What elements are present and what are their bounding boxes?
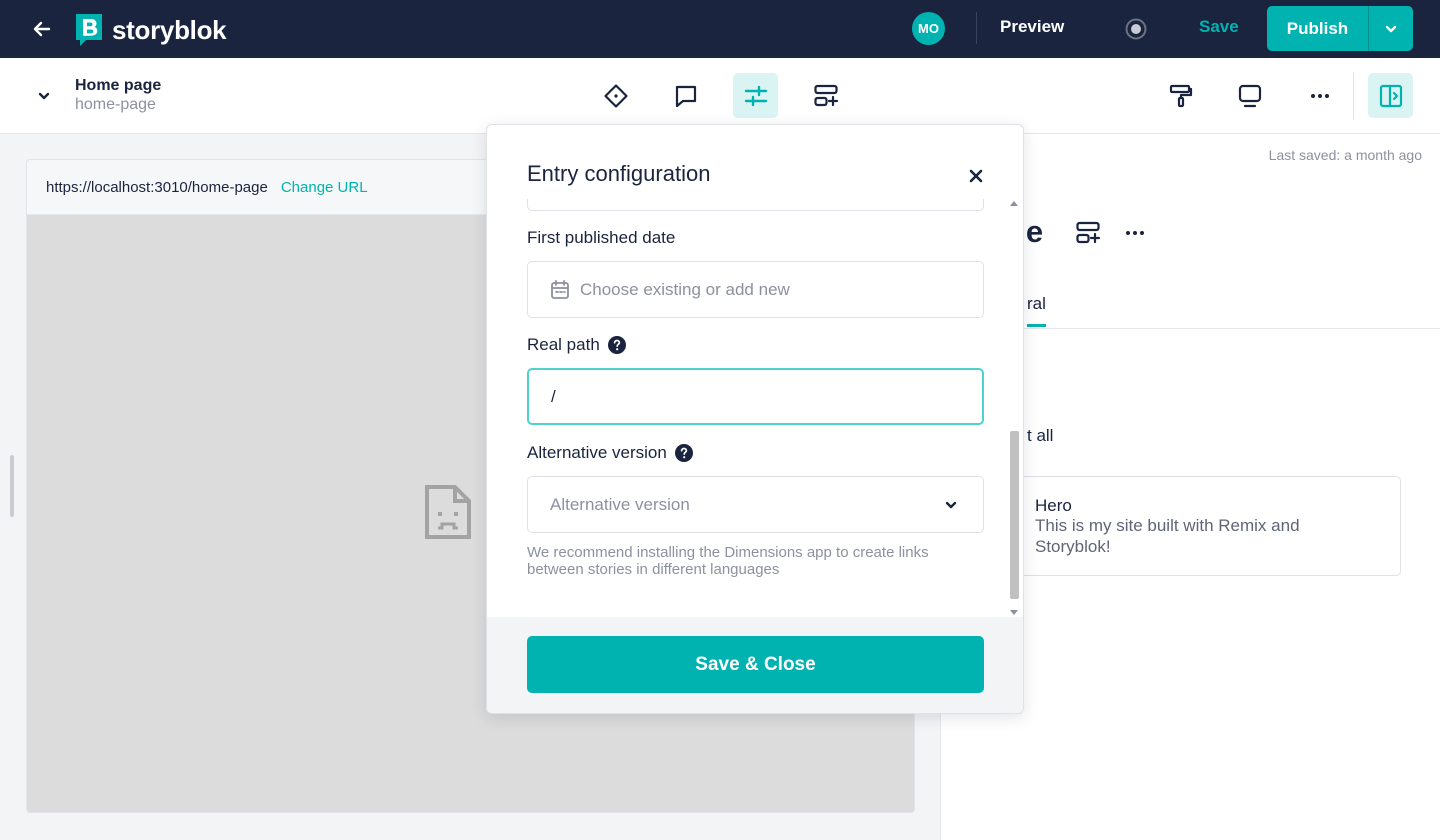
preview-url: https://localhost:3010/home-page [46,178,268,196]
monitor-icon [1238,84,1261,107]
block-name: Hero [1035,496,1072,515]
select-all-label[interactable]: t all [1027,426,1053,446]
story-title: Home page [75,77,162,94]
storyblok-logo-icon [76,14,102,46]
save-and-close-button[interactable]: Save & Close [527,636,984,693]
design-tool-button[interactable] [1158,73,1203,118]
diamond-icon [603,83,628,108]
add-block-icon [813,84,838,106]
story-toolbar: Home page home-page [0,58,1440,134]
user-avatar[interactable]: MO [912,12,945,45]
previous-field[interactable] [527,199,984,211]
save-button[interactable]: Save [1199,17,1239,37]
topbar-divider [976,12,977,44]
resize-handle[interactable] [10,455,14,517]
publish-dropdown-button[interactable] [1368,6,1413,51]
preview-button[interactable]: Preview [1000,17,1064,37]
alternative-version-placeholder: Alternative version [550,494,690,514]
alternative-version-label: Alternative version [527,443,693,463]
scrollbar-thumb[interactable] [1010,431,1019,599]
sliders-icon [744,85,767,106]
first-published-label: First published date [527,228,675,248]
dialog-body: First published date Choose existing or … [487,199,1023,617]
real-path-value: / [551,386,556,406]
toggle-sidebar-button[interactable] [1368,73,1413,118]
scroll-down-arrow-icon[interactable] [1010,610,1018,615]
sidebar-toggle-icon [1379,84,1402,107]
comment-icon [675,85,696,107]
dialog-scrollbar[interactable] [1007,199,1021,617]
device-preview-button[interactable] [1227,73,1272,118]
entry-config-tool-button[interactable] [733,73,778,118]
change-url-link[interactable]: Change URL [281,179,368,196]
component-tool-button[interactable] [593,73,638,118]
real-path-label-text: Real path [527,335,600,354]
close-icon[interactable] [965,165,987,187]
block-card-hero[interactable]: Hero This is my site built with Remix an… [1001,476,1401,576]
first-published-date-input[interactable]: Choose existing or add new [527,261,984,318]
dialog-footer: Save & Close [487,617,1023,713]
alternative-version-label-text: Alternative version [527,443,667,462]
publish-button-group: Publish [1267,6,1413,51]
tab-general[interactable]: ral [1027,294,1046,327]
real-path-input[interactable]: / [527,368,984,425]
paint-roller-icon [1169,84,1192,107]
toolbar-divider [1353,72,1354,120]
alternative-version-hint: We recommend installing the Dimensions a… [527,544,929,578]
chevron-down-icon [945,501,957,508]
real-path-label: Real path [527,335,626,355]
story-slug: home-page [75,96,156,113]
scroll-up-arrow-icon[interactable] [1010,201,1018,206]
logo-text: storyblok [112,14,227,45]
dialog-title: Entry configuration [527,161,711,186]
publish-button[interactable]: Publish [1267,6,1368,51]
more-icon[interactable] [1124,222,1146,244]
first-published-placeholder: Choose existing or add new [580,279,790,299]
record-icon[interactable] [1124,17,1148,41]
help-icon[interactable] [607,336,626,354]
add-block-icon[interactable] [1075,220,1101,246]
first-published-label-text: First published date [527,228,676,247]
top-bar: storyblok MO Preview Save Publish [0,0,1440,58]
comments-tool-button[interactable] [663,73,708,118]
block-description: This is my site built with Remix and Sto… [1035,516,1300,556]
alternative-version-select[interactable]: Alternative version [527,476,984,533]
more-options-button[interactable] [1297,73,1342,118]
calendar-icon [551,279,569,299]
help-icon[interactable] [674,444,693,462]
more-icon [1310,93,1329,98]
back-arrow-icon[interactable] [30,17,54,41]
entry-configuration-dialog: Entry configuration First published date… [486,124,1024,714]
broken-page-icon [425,485,471,539]
chevron-down-icon[interactable] [34,86,54,106]
chevron-down-icon [1385,25,1397,32]
last-saved-status: Last saved: a month ago [1268,147,1422,163]
storyblok-logo[interactable]: storyblok [74,13,227,47]
add-block-tool-button[interactable] [803,73,848,118]
